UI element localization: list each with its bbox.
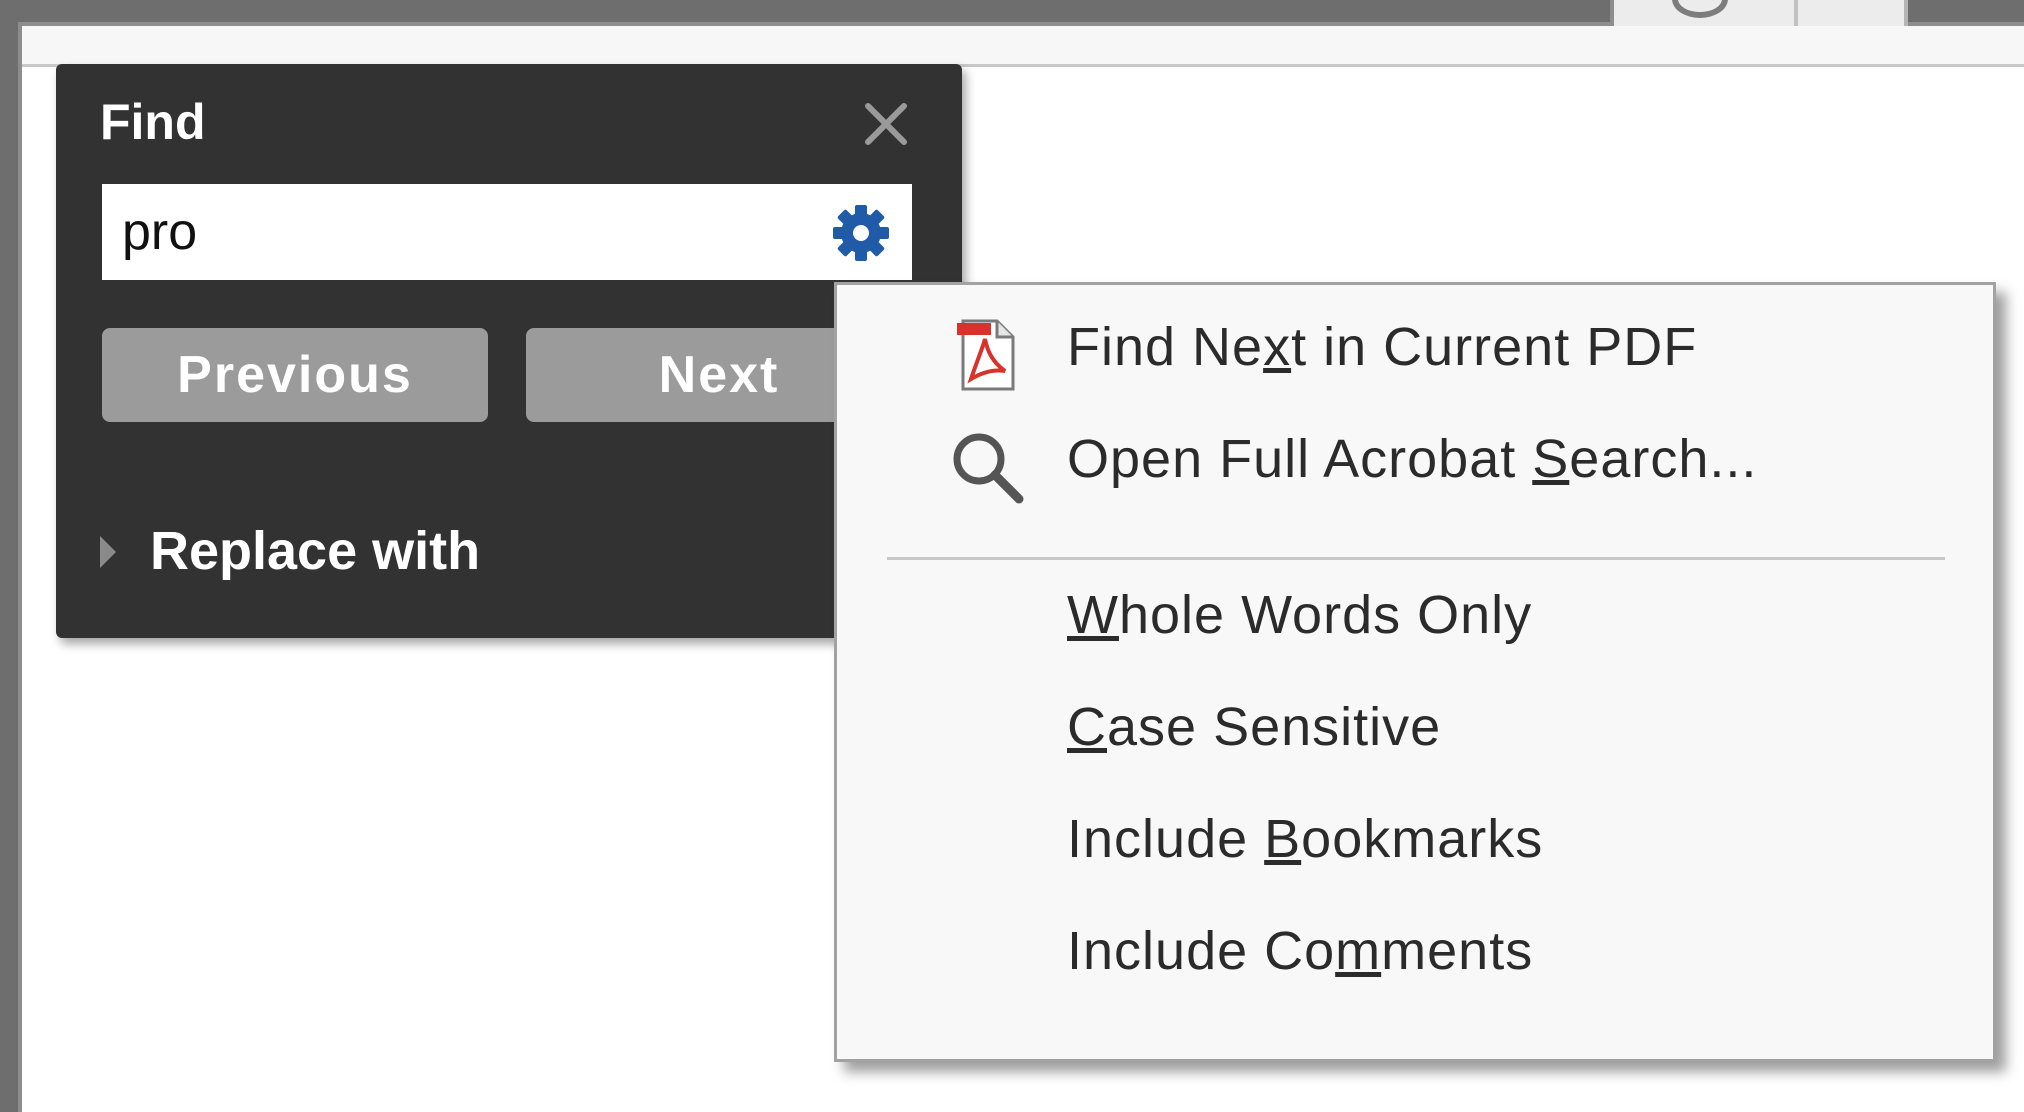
toolbar-fragment: [1610, 0, 1908, 26]
search-options-menu: Find Next in Current PDF Open Full Acrob…: [834, 282, 1996, 1062]
pdf-icon: [947, 315, 1027, 395]
menu-item-label: Include Bookmarks: [1067, 809, 1544, 869]
menu-item-include-bookmarks[interactable]: Include Bookmarks: [837, 789, 1993, 889]
expand-arrow-icon: [100, 536, 116, 568]
menu-item-label: Open Full Acrobat Search...: [1067, 429, 1758, 489]
previous-button[interactable]: Previous: [102, 328, 488, 422]
menu-item-whole-words-only[interactable]: Whole Words Only: [837, 565, 1993, 665]
search-box: [102, 184, 912, 280]
menu-item-find-next[interactable]: Find Next in Current PDF: [837, 297, 1993, 397]
window-top-strip: [22, 26, 2024, 67]
close-icon: [865, 103, 907, 145]
menu-separator: [887, 557, 1945, 560]
gear-icon: [833, 205, 889, 261]
replace-with-label: Replace with: [150, 521, 481, 581]
menu-item-include-comments[interactable]: Include Comments: [837, 901, 1993, 1001]
toolbar-partial-icon: [1672, 0, 1728, 18]
menu-item-label: Case Sensitive: [1067, 697, 1442, 757]
find-title: Find: [100, 94, 206, 150]
menu-item-label: Include Comments: [1067, 921, 1534, 981]
search-icon: [947, 427, 1027, 507]
search-options-button[interactable]: [830, 202, 892, 264]
close-button[interactable]: [856, 94, 916, 154]
find-panel: Find Previous Next Replace with: [56, 64, 962, 638]
search-input[interactable]: [102, 184, 802, 280]
menu-item-open-full-search[interactable]: Open Full Acrobat Search...: [837, 409, 1993, 509]
menu-item-label: Find Next in Current PDF: [1067, 317, 1698, 377]
menu-item-label: Whole Words Only: [1067, 585, 1533, 645]
menu-item-case-sensitive[interactable]: Case Sensitive: [837, 677, 1993, 777]
toolbar-divider: [1794, 0, 1798, 26]
